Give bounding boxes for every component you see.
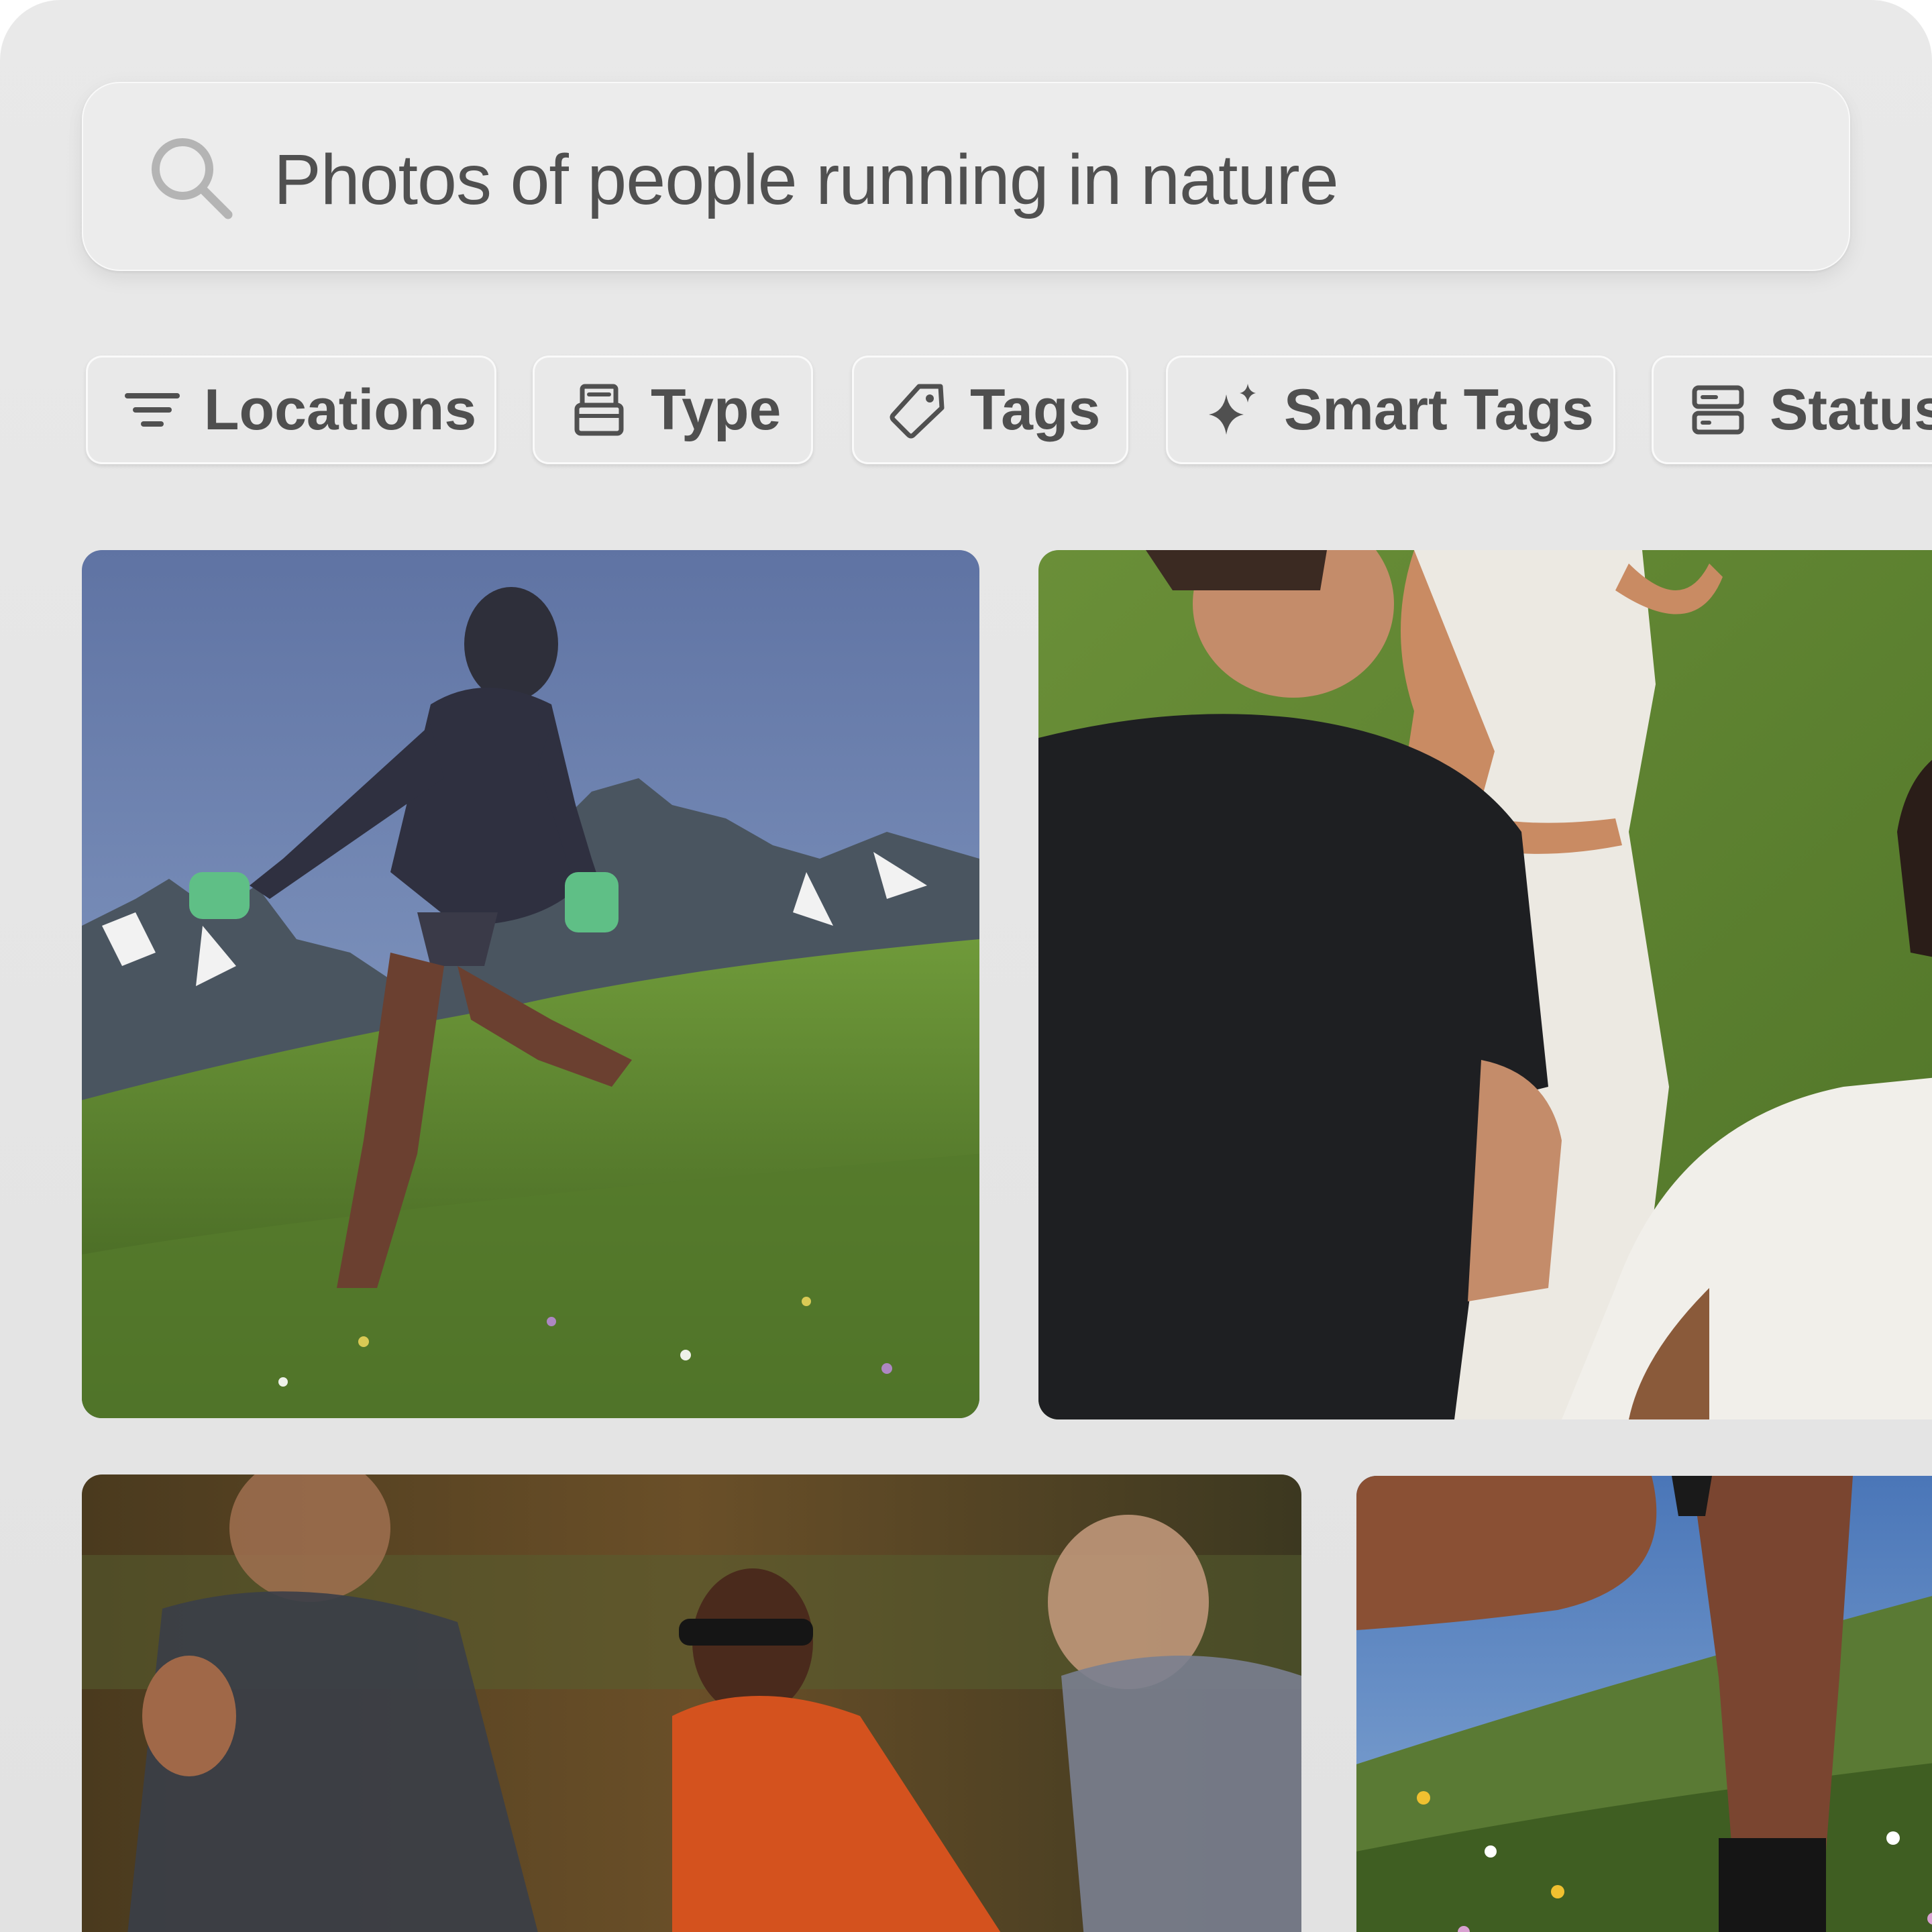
filter-tags-button[interactable]: Tags	[852, 356, 1128, 464]
photo-image	[82, 550, 979, 1418]
photo-image	[82, 1474, 1301, 1932]
filter-type-label: Type	[651, 377, 782, 442]
result-photo-mountain-runner[interactable]	[82, 550, 979, 1418]
filter-tags-label: Tags	[970, 377, 1101, 442]
filter-type-button[interactable]: Type	[533, 356, 813, 464]
search-icon	[152, 138, 233, 219]
result-photo-wildflower-legs[interactable]	[1356, 1476, 1932, 1932]
filter-locations-label: Locations	[204, 377, 477, 442]
search-input[interactable]: Photos of people running in nature	[274, 140, 1339, 220]
filter-status-label: Status	[1770, 377, 1932, 442]
file-type-icon	[574, 384, 624, 436]
status-icon	[1692, 385, 1744, 435]
filter-locations-button[interactable]: Locations	[86, 356, 496, 464]
filter-lines-icon	[125, 393, 180, 427]
photo-image	[1356, 1476, 1932, 1932]
sparkle-icon	[1209, 384, 1256, 435]
filter-smart-tags-label: Smart Tags	[1284, 377, 1594, 442]
tag-icon	[890, 384, 945, 439]
filter-smart-tags-button[interactable]: Smart Tags	[1166, 356, 1615, 464]
result-photo-group-runners[interactable]	[1038, 550, 1932, 1419]
photo-image	[1038, 550, 1932, 1419]
filter-status-button[interactable]: Status	[1652, 356, 1932, 464]
app-frame: Photos of people running in nature Locat…	[0, 0, 1932, 1932]
result-photo-forest-runners[interactable]	[82, 1474, 1301, 1932]
